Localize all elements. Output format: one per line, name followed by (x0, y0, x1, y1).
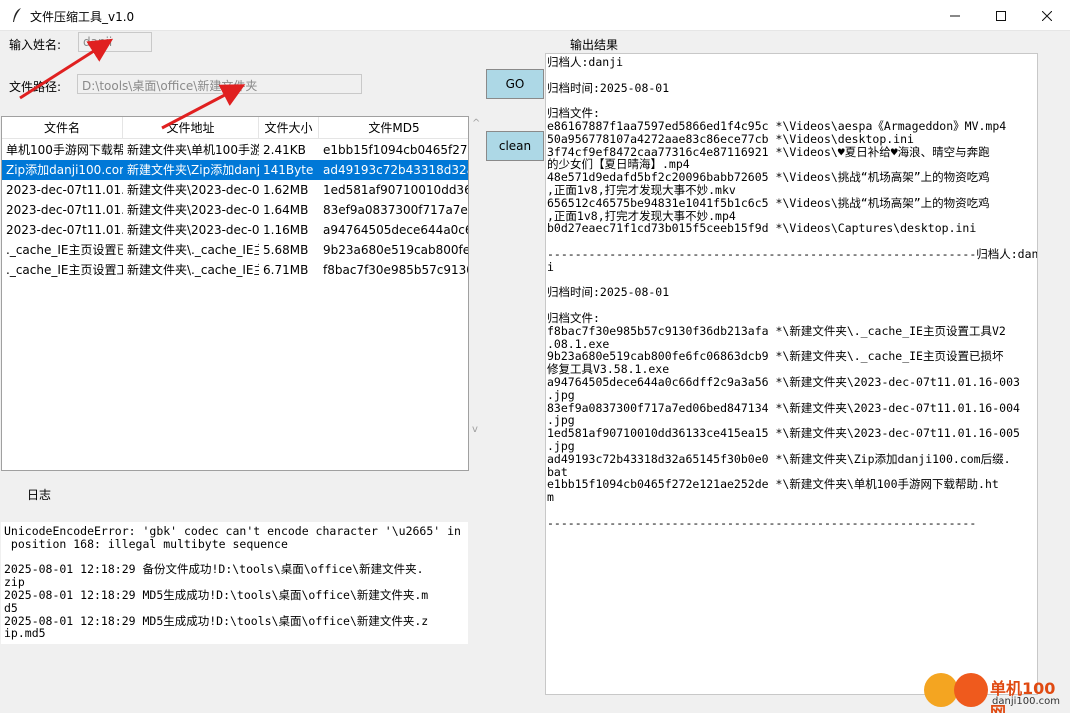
maximize-icon (996, 10, 1006, 21)
watermark-play-icon (954, 673, 988, 707)
cell-size: 5.68MB (263, 243, 309, 257)
cell-size: 2.41KB (263, 143, 306, 157)
cell-name: 2023-dec-07t11.01.16-005.jpg (6, 183, 123, 197)
table-row[interactable]: 2023-dec-07t11.01.16-003.jpg 新建文件夹\2023-d… (2, 220, 468, 240)
cell-size: 1.64MB (263, 203, 309, 217)
file-table[interactable]: 文件名 文件地址 文件大小 文件MD5 单机100手游网下载帮助.htm 新建文件… (1, 116, 469, 471)
name-input[interactable]: danji (78, 32, 152, 52)
cell-size: 1.16MB (263, 223, 309, 237)
column-header-size[interactable]: 文件大小 (259, 117, 319, 139)
table-row[interactable]: ._cache_IE主页设置工具V2.08.1.exe 新建文件夹\._cache… (2, 260, 468, 280)
output-text: 归档人:danji 归档时间:2025-08-01 归档文件: e8616788… (547, 55, 1038, 530)
log-label: 日志 (27, 488, 52, 502)
watermark-brand: 单机100网 (990, 679, 1056, 713)
window-title: 文件压缩工具_v1.0 (30, 10, 135, 24)
cell-path: 新建文件夹\Zip添加danji100.com后缀.bat (127, 163, 259, 177)
cell-name: Zip添加danji100.com后缀.bat (6, 163, 123, 177)
title-bar: 文件压缩工具_v1.0 (0, 0, 1070, 31)
cell-md5: e1bb15f1094cb0465f272e121ae252de (323, 143, 468, 157)
minimize-icon (950, 15, 960, 16)
table-row[interactable]: 2023-dec-07t11.01.16-005.jpg 新建文件夹\2023-d… (2, 180, 468, 200)
cell-path: 新建文件夹\._cache_IE主页设置工具V2.08.1.exe (127, 263, 259, 277)
cell-name: 2023-dec-07t11.01.16-003.jpg (6, 223, 123, 237)
path-label: 文件路径: (9, 80, 62, 94)
table-scroll-down-icon[interactable]: v (472, 424, 478, 435)
cell-name: 2023-dec-07t11.01.16-004.jpg (6, 203, 123, 217)
path-input[interactable]: D:\tools\桌面\office\新建文件夹 (77, 74, 362, 94)
table-row[interactable]: ._cache_IE主页设置已损坏修复工具V3.58.1.exe 新建文件夹\._… (2, 240, 468, 260)
close-button[interactable] (1024, 0, 1070, 31)
cell-md5: ad49193c72b43318d32a65145f30b0e0 (323, 163, 468, 177)
table-row[interactable]: 2023-dec-07t11.01.16-004.jpg 新建文件夹\2023-d… (2, 200, 468, 220)
cell-size: 1.62MB (263, 183, 309, 197)
column-header-md5[interactable]: 文件MD5 (319, 117, 468, 139)
watermark-domain: danji100.com (992, 696, 1060, 707)
column-header-path[interactable]: 文件地址 (123, 117, 259, 139)
watermark-logo: 单机100网 danji100.com (920, 670, 1070, 713)
cell-path: 新建文件夹\2023-dec-07t11.01.16-003.jpg (127, 223, 259, 237)
output-label: 输出结果 (570, 38, 619, 52)
cell-md5: 9b23a680e519cab800fe6fc06863dcb9 (323, 243, 469, 257)
name-label: 输入姓名: (9, 38, 62, 52)
cell-size: 141Byte (263, 163, 314, 177)
column-header-name[interactable]: 文件名 (2, 117, 123, 139)
cell-name: ._cache_IE主页设置已损坏修复工具V3.58.1.exe (6, 243, 123, 257)
feather-icon (13, 8, 21, 22)
clean-button[interactable]: clean (486, 131, 544, 161)
watermark-plus-icon (924, 673, 958, 707)
output-text-area[interactable]: 归档人:danji 归档时间:2025-08-01 归档文件: e8616788… (545, 53, 1038, 695)
cell-name: ._cache_IE主页设置工具V2.08.1.exe (6, 263, 123, 277)
minimize-button[interactable] (932, 0, 978, 31)
cell-path: 新建文件夹\._cache_IE主页设置已损坏修复工具V3.58.1.exe (127, 243, 259, 257)
table-scroll-up-icon[interactable]: ^ (472, 118, 480, 129)
table-header: 文件名 文件地址 文件大小 文件MD5 (2, 117, 468, 139)
log-text: UnicodeEncodeError: 'gbk' codec can't en… (4, 524, 461, 641)
cell-md5: 1ed581af90710010dd36133ce415ea15 (323, 183, 469, 197)
cell-md5: 83ef9a0837300f717a7ed06bed847134 (323, 203, 468, 217)
cell-path: 新建文件夹\2023-dec-07t11.01.16-004.jpg (127, 203, 259, 217)
cell-md5: a94764505dece644a0c66dff2c9a3a56 (323, 223, 468, 237)
cell-path: 新建文件夹\单机100手游网下载帮助.htm (127, 143, 259, 157)
maximize-button[interactable] (978, 0, 1024, 31)
table-row[interactable]: Zip添加danji100.com后缀.bat 新建文件夹\Zip添加danji1… (2, 160, 468, 180)
log-text-area[interactable]: UnicodeEncodeError: 'gbk' codec can't en… (1, 522, 468, 644)
cell-path: 新建文件夹\2023-dec-07t11.01.16-005.jpg (127, 183, 259, 197)
go-button[interactable]: GO (486, 69, 544, 99)
table-row[interactable]: 单机100手游网下载帮助.htm 新建文件夹\单机100手游网下载帮助.htm 2.… (2, 140, 468, 160)
cell-size: 6.71MB (263, 263, 309, 277)
cell-md5: f8bac7f30e985b57c9130f36db213afa (323, 263, 468, 277)
cell-name: 单机100手游网下载帮助.htm (6, 143, 123, 157)
close-icon (1042, 10, 1052, 21)
